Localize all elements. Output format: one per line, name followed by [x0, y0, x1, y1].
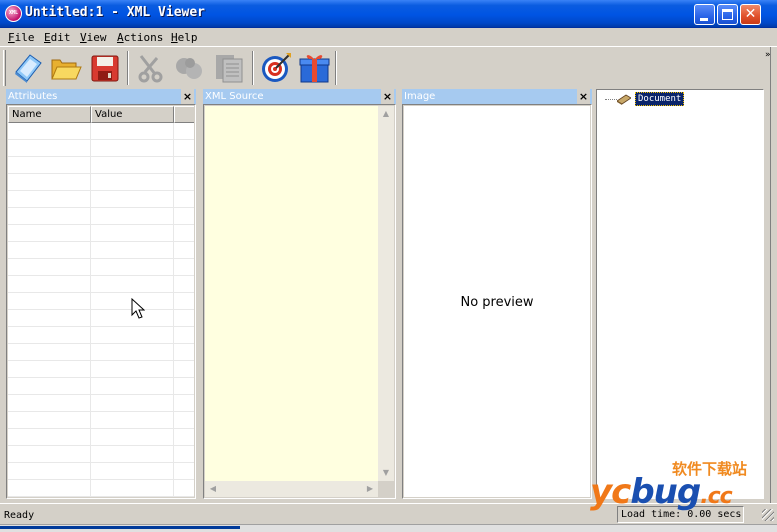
menu-file-label: ile — [14, 31, 35, 44]
document-tree[interactable]: Document — [596, 89, 764, 499]
menu-actions-label: ctions — [123, 31, 164, 44]
toolbar: » — [0, 47, 777, 89]
new-icon — [15, 54, 42, 83]
load-time-pane: Load time: 0.00 secs — [617, 506, 744, 523]
toolbar-grip[interactable] — [3, 50, 6, 86]
open-folder-icon — [51, 59, 82, 80]
gift-button[interactable] — [297, 50, 332, 85]
attributes-panel-title: Attributes — [8, 91, 58, 102]
menu-actions-accel: A — [117, 31, 124, 44]
no-preview-text: No preview — [460, 295, 534, 310]
menu-view[interactable]: View — [80, 31, 107, 44]
menu-bar: File Edit View Actions Help — [0, 28, 777, 47]
app-icon[interactable]: XML — [5, 5, 22, 22]
status-text: Ready — [4, 510, 35, 521]
menu-edit[interactable]: Edit — [44, 31, 71, 44]
cut-icon — [138, 55, 163, 83]
menu-edit-accel: E — [44, 31, 51, 44]
target-icon — [262, 53, 291, 82]
menu-help[interactable]: Help — [171, 31, 198, 44]
toolbar-divider — [335, 51, 337, 85]
mouse-cursor-icon — [131, 298, 145, 319]
xml-source-horizontal-scrollbar[interactable]: ◀ ▶ — [205, 481, 378, 497]
attributes-grid[interactable]: Name Value — [8, 106, 194, 497]
minimize-icon — [700, 18, 708, 21]
attributes-panel-body: Name Value — [6, 104, 196, 499]
attributes-grid-rows[interactable] — [8, 123, 194, 497]
save-button[interactable] — [88, 50, 123, 85]
minimize-button[interactable] — [694, 4, 715, 25]
taskbar-strip — [0, 526, 240, 529]
xml-source-panel-header[interactable]: XML Source × — [203, 89, 396, 104]
image-preview-area: No preview — [404, 106, 590, 497]
column-header-filler — [174, 106, 194, 123]
image-panel-body: No preview — [402, 104, 592, 499]
resize-grip[interactable] — [762, 509, 774, 521]
document-node-icon — [617, 94, 631, 105]
window-title: Untitled:1 - XML Viewer — [25, 5, 206, 20]
xml-source-vertical-scrollbar[interactable]: ▲ ▼ — [378, 106, 394, 481]
open-button[interactable] — [48, 50, 83, 85]
column-header-name[interactable]: Name — [8, 106, 91, 123]
maximize-icon — [722, 9, 733, 20]
tree-node-document[interactable]: Document — [635, 92, 685, 106]
paste-icon — [216, 55, 243, 83]
new-button[interactable] — [10, 50, 45, 85]
cut-button[interactable] — [133, 50, 168, 85]
menu-file-accel: F — [8, 31, 15, 44]
attributes-panel: Attributes × Name Value — [6, 89, 196, 499]
scroll-up-icon[interactable]: ▲ — [378, 106, 394, 122]
image-panel-title: Image — [404, 91, 436, 102]
menu-help-label: elp — [177, 31, 198, 44]
menu-view-accel: V — [80, 31, 87, 44]
xml-source-panel-body: ▲ ▼ ◀ ▶ — [203, 104, 396, 499]
right-edge-line — [770, 47, 771, 503]
scroll-down-icon[interactable]: ▼ — [378, 465, 394, 481]
scroll-left-icon[interactable]: ◀ — [205, 481, 221, 497]
column-header-value[interactable]: Value — [91, 106, 174, 123]
image-panel-close-button[interactable]: × — [577, 89, 590, 104]
copy-button[interactable] — [172, 50, 207, 85]
maximize-button[interactable] — [717, 4, 738, 25]
paste-button[interactable] — [212, 50, 247, 85]
menu-help-accel: H — [171, 31, 178, 44]
close-button[interactable]: ✕ — [740, 4, 761, 25]
image-panel-header[interactable]: Image × — [402, 89, 592, 104]
xml-source-panel: XML Source × ▲ ▼ ◀ ▶ — [203, 89, 396, 499]
copy-icon — [176, 58, 202, 79]
tree-connector — [605, 99, 617, 100]
xml-source-panel-close-button[interactable]: × — [381, 89, 394, 104]
target-button[interactable] — [258, 50, 293, 85]
status-bar: Ready Load time: 0.00 secs — [0, 503, 777, 524]
save-icon — [91, 55, 119, 82]
gift-icon — [299, 55, 330, 83]
menu-edit-label: dit — [50, 31, 71, 44]
toolbar-divider — [252, 51, 254, 85]
close-icon: ✕ — [744, 6, 757, 22]
title-bar[interactable]: XML Untitled:1 - XML Viewer ✕ — [0, 0, 777, 28]
image-panel: Image × No preview — [402, 89, 592, 499]
toolbar-divider — [127, 51, 129, 85]
menu-view-label: iew — [86, 31, 107, 44]
menu-file[interactable]: File — [8, 31, 35, 44]
scroll-right-icon[interactable]: ▶ — [362, 481, 378, 497]
attributes-panel-close-button[interactable]: × — [181, 89, 194, 104]
scrollbar-corner — [378, 481, 394, 497]
menu-actions[interactable]: Actions — [117, 31, 163, 44]
attributes-grid-header: Name Value — [8, 106, 194, 123]
xml-source-editor[interactable] — [205, 106, 378, 481]
xml-source-panel-title: XML Source — [205, 91, 264, 102]
attributes-panel-header[interactable]: Attributes × — [6, 89, 196, 104]
